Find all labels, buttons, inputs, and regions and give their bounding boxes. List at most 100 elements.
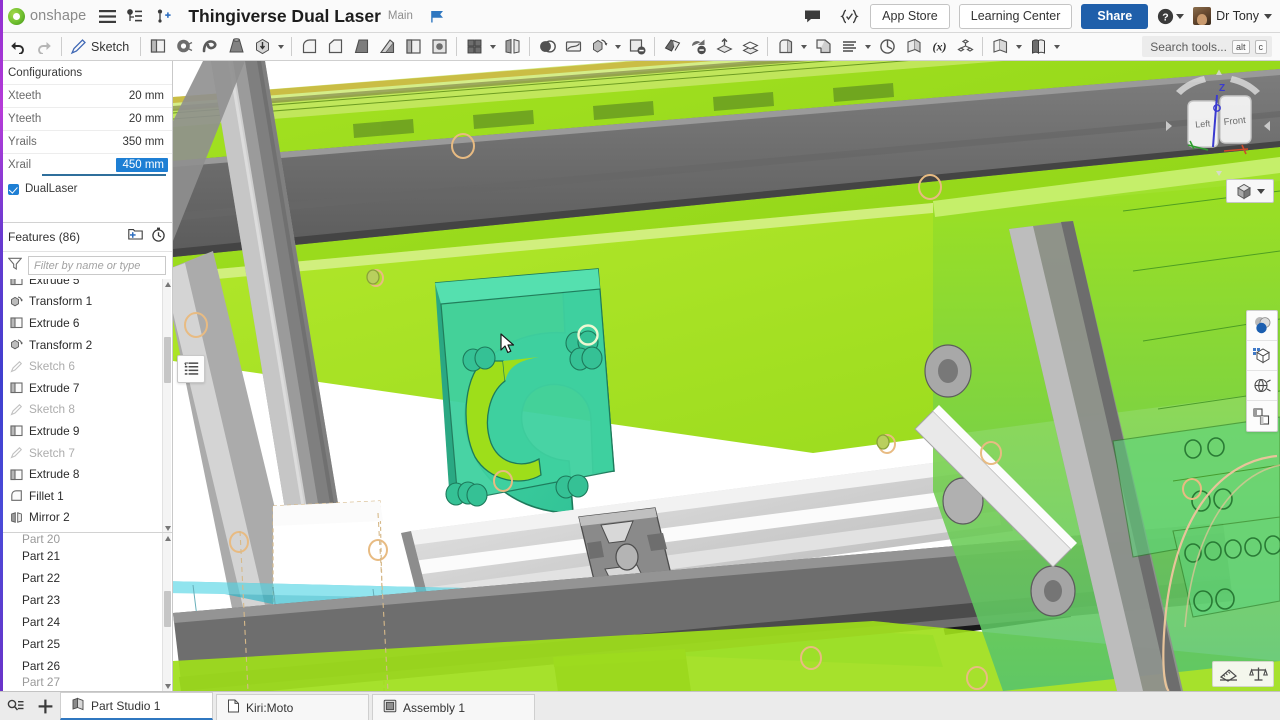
feature-item-mirror-2[interactable]: Mirror 2 xyxy=(0,507,172,529)
list-item[interactable]: Part 27 xyxy=(0,677,172,687)
comment-bubble-icon[interactable] xyxy=(800,4,824,28)
config-row-yteeth[interactable]: Yteeth 20 mm xyxy=(0,107,172,130)
config-row-yrails[interactable]: Yrails 350 mm xyxy=(0,130,172,153)
curve-icon[interactable] xyxy=(197,34,223,60)
features-filter-input[interactable]: Filter by name or type xyxy=(28,256,166,275)
chamfer-icon[interactable] xyxy=(322,34,348,60)
cad-viewport[interactable]: Left Front Z xyxy=(173,61,1280,691)
sweep-icon[interactable] xyxy=(836,34,862,60)
wrap-icon[interactable] xyxy=(900,34,926,60)
feature-item-extrude-5[interactable]: Extrude 5 xyxy=(0,279,172,291)
scroll-down-arrow-icon[interactable] xyxy=(163,681,172,691)
loft-icon[interactable] xyxy=(810,34,836,60)
transform-dropdown-caret-icon[interactable] xyxy=(612,34,624,60)
plane-icon[interactable] xyxy=(145,34,171,60)
config-row-xteeth[interactable]: Xteeth 20 mm xyxy=(0,84,172,107)
app-store-button[interactable]: App Store xyxy=(870,3,950,29)
hamburger-menu-icon[interactable] xyxy=(95,4,119,28)
user-menu[interactable]: Dr Tony xyxy=(1193,7,1272,25)
scroll-down-arrow-icon[interactable] xyxy=(163,523,172,532)
version-graph-icon[interactable] xyxy=(123,4,147,28)
view-orientation-dropdown[interactable] xyxy=(1226,179,1274,203)
extrude-icon[interactable] xyxy=(223,34,249,60)
appearance-icon[interactable] xyxy=(1247,311,1277,341)
add-folder-icon[interactable] xyxy=(128,227,143,247)
parts-list-scrollbar[interactable] xyxy=(162,533,171,691)
replace-face-icon[interactable] xyxy=(685,34,711,60)
scroll-up-arrow-icon[interactable] xyxy=(163,279,172,289)
revolve-icon[interactable] xyxy=(249,34,275,60)
offset-surface-icon[interactable] xyxy=(737,34,763,60)
rib-icon[interactable] xyxy=(374,34,400,60)
redo-arrow-icon[interactable] xyxy=(31,34,57,60)
feature-tree-scrollbar[interactable] xyxy=(162,279,172,532)
branch-flag-icon[interactable] xyxy=(430,9,445,24)
split-icon[interactable] xyxy=(560,34,586,60)
feature-item-sketch-8[interactable]: Sketch 8 xyxy=(0,399,172,421)
feature-item-extrude-8[interactable]: Extrude 8 xyxy=(0,463,172,485)
derived-dropdown-caret-icon[interactable] xyxy=(1013,34,1025,60)
feature-item-sketch-7[interactable]: Sketch 7 xyxy=(0,442,172,464)
list-item[interactable]: Part 23 xyxy=(0,589,172,611)
thicken-icon[interactable] xyxy=(711,34,737,60)
scrollbar-thumb[interactable] xyxy=(164,337,171,383)
explode-icon[interactable] xyxy=(1247,401,1277,431)
undo-arrow-icon[interactable] xyxy=(5,34,31,60)
feature-item-fillet-1[interactable]: Fillet 1 xyxy=(0,485,172,507)
feature-item-extrude-6[interactable]: Extrude 6 xyxy=(0,312,172,334)
list-item[interactable]: Part 21 xyxy=(0,545,172,567)
feature-item-transform-2[interactable]: Transform 2 xyxy=(0,334,172,356)
helix-icon[interactable] xyxy=(874,34,900,60)
insert-version-icon[interactable] xyxy=(151,4,175,28)
hole-icon[interactable] xyxy=(426,34,452,60)
tab-assembly-1[interactable]: Assembly 1 xyxy=(372,694,535,720)
assembly-parts-icon[interactable] xyxy=(952,34,978,60)
pattern-dropdown-caret-icon[interactable] xyxy=(487,34,499,60)
insert-dropdown-caret-icon[interactable] xyxy=(1051,34,1063,60)
config-value-input[interactable]: 450 mm xyxy=(116,158,168,172)
measure-icon[interactable] xyxy=(1213,662,1243,686)
scrollbar-thumb[interactable] xyxy=(164,591,171,627)
shell-icon[interactable] xyxy=(400,34,426,60)
insert-part-icon[interactable] xyxy=(1025,34,1051,60)
boolean-icon[interactable] xyxy=(534,34,560,60)
mass-properties-icon[interactable] xyxy=(1243,662,1273,686)
derived-icon[interactable] xyxy=(987,34,1013,60)
feature-item-extrude-7[interactable]: Extrude 7 xyxy=(0,377,172,399)
display-state-icon[interactable] xyxy=(1247,341,1277,371)
config-row-xrail[interactable]: Xrail 450 mm xyxy=(0,153,172,176)
move-face-icon[interactable] xyxy=(659,34,685,60)
sheetmetal-icon[interactable] xyxy=(772,34,798,60)
feature-item-extrude-9[interactable]: Extrude 9 xyxy=(0,420,172,442)
learning-center-button[interactable]: Learning Center xyxy=(958,3,1073,29)
sketch-button[interactable]: Sketch xyxy=(66,34,136,60)
pattern-grid-icon[interactable] xyxy=(461,34,487,60)
variable-icon[interactable]: (x) xyxy=(926,34,952,60)
list-item[interactable]: Part 20 xyxy=(0,533,172,545)
revolve-dropdown-caret-icon[interactable] xyxy=(275,34,287,60)
add-tab-plus-icon[interactable] xyxy=(30,692,60,720)
share-button[interactable]: Share xyxy=(1081,3,1149,29)
sphere-mate-connector-icon[interactable] xyxy=(171,34,197,60)
tab-part-studio-1[interactable]: Part Studio 1 xyxy=(60,692,213,720)
rollback-stopwatch-icon[interactable] xyxy=(151,227,166,247)
list-item[interactable]: Part 26 xyxy=(0,655,172,677)
list-item[interactable]: Part 22 xyxy=(0,567,172,589)
draft-icon[interactable] xyxy=(348,34,374,60)
tab-search-icon[interactable] xyxy=(0,692,30,720)
transform-icon[interactable] xyxy=(586,34,612,60)
mirror-icon[interactable] xyxy=(499,34,525,60)
render-icon[interactable] xyxy=(1247,371,1277,401)
sheetmetal-dropdown-caret-icon[interactable] xyxy=(798,34,810,60)
help-menu[interactable]: ? xyxy=(1157,8,1185,25)
view-cube[interactable]: Left Front Z xyxy=(1164,69,1272,177)
view-list-icon[interactable] xyxy=(177,355,205,383)
filter-funnel-icon[interactable] xyxy=(7,257,23,275)
search-tools-input[interactable]: Search tools... alt c xyxy=(1142,36,1272,57)
scroll-up-arrow-icon[interactable] xyxy=(163,533,172,543)
delete-face-icon[interactable] xyxy=(624,34,650,60)
list-item[interactable]: Part 24 xyxy=(0,611,172,633)
sweep-dropdown-caret-icon[interactable] xyxy=(862,34,874,60)
brand-logo[interactable]: onshape xyxy=(8,7,86,25)
featurescript-braces-icon[interactable] xyxy=(837,4,861,28)
